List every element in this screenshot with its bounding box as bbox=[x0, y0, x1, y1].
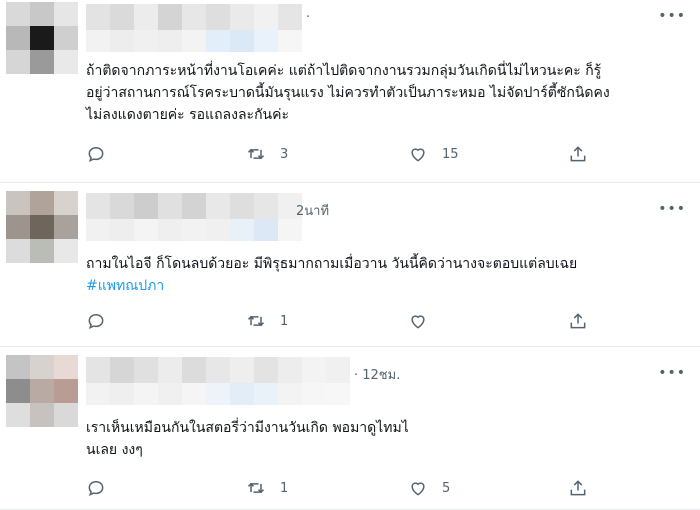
like-button[interactable]: 5 bbox=[408, 478, 450, 498]
reply-icon bbox=[88, 480, 104, 497]
retweet-icon bbox=[247, 315, 265, 327]
more-icon[interactable]: ••• bbox=[658, 201, 686, 217]
share-button[interactable] bbox=[568, 311, 588, 331]
tweet-text-line: เราเห็นเหมือนกันในสตอรี่ว่ามีงานวันเกิด … bbox=[86, 420, 409, 436]
like-button[interactable] bbox=[408, 311, 442, 331]
avatar[interactable] bbox=[6, 2, 78, 74]
tweet-text-line: ไม่ลงแดงตายค่ะ รอแถลงละกันค่ะ bbox=[86, 107, 289, 123]
reply-icon bbox=[88, 313, 104, 330]
tweet[interactable]: . ••• ถ้าติดจากภาระหน้าที่งานโอเคค่ะ แต่… bbox=[0, 0, 700, 183]
share-icon bbox=[570, 146, 586, 162]
heart-icon bbox=[411, 315, 425, 329]
retweet-button[interactable]: 1 bbox=[246, 311, 288, 331]
retweet-count: 1 bbox=[280, 313, 289, 329]
retweet-button[interactable]: 1 bbox=[246, 478, 288, 498]
like-button[interactable]: 15 bbox=[408, 144, 459, 164]
tweet-time: · 12ชม. bbox=[354, 368, 401, 383]
like-count: 15 bbox=[442, 146, 459, 162]
retweet-icon bbox=[247, 148, 265, 160]
tweet-text-line: ถามในไอจี ก็โดนลบด้วยอะ มีพิรุธมากถามเมื… bbox=[86, 256, 578, 272]
retweet-icon bbox=[247, 482, 265, 494]
tweet[interactable]: · 12ชม. ••• เราเห็นเหมือนกันในสตอรี่ว่าม… bbox=[0, 347, 700, 510]
avatar[interactable] bbox=[6, 355, 78, 427]
blurred-username bbox=[86, 4, 302, 52]
tweet-time: 2นาที bbox=[296, 204, 330, 219]
retweet-button[interactable]: 3 bbox=[246, 144, 288, 164]
tweet-text: ถ้าติดจากภาระหน้าที่งานโอเคค่ะ แต่ถ้าไปต… bbox=[86, 60, 686, 126]
reply-button[interactable] bbox=[86, 478, 120, 498]
share-button[interactable] bbox=[568, 478, 588, 498]
blurred-username bbox=[86, 193, 302, 241]
tweet-text-line: อยู่ว่าสถานการณ์โรคระบาดนี้มันรุนแรง ไม่… bbox=[86, 85, 610, 101]
reply-button[interactable] bbox=[86, 144, 120, 164]
share-button[interactable] bbox=[568, 144, 588, 164]
tweet-text-line: ถ้าติดจากภาระหน้าที่งานโอเคค่ะ แต่ถ้าไปต… bbox=[86, 63, 602, 79]
reply-button[interactable] bbox=[86, 311, 120, 331]
tweet-text-line: นเลย งงๆ bbox=[86, 442, 143, 458]
reply-icon bbox=[88, 146, 104, 163]
hashtag-link[interactable]: #แพทณปภา bbox=[86, 275, 686, 297]
heart-icon bbox=[411, 482, 425, 496]
retweet-count: 3 bbox=[280, 146, 289, 162]
tweet[interactable]: 2นาที ••• ถามในไอจี ก็โดนลบด้วยอะ มีพิรุ… bbox=[0, 183, 700, 347]
retweet-count: 1 bbox=[280, 480, 289, 496]
tweet-time: . bbox=[306, 6, 311, 21]
blurred-username bbox=[86, 357, 350, 405]
heart-icon bbox=[411, 148, 425, 162]
more-icon[interactable]: ••• bbox=[658, 365, 686, 381]
more-icon[interactable]: ••• bbox=[658, 8, 686, 24]
share-icon bbox=[570, 313, 586, 329]
tweet-actions: 1 5 bbox=[86, 478, 646, 502]
tweet-text: เราเห็นเหมือนกันในสตอรี่ว่ามีงานวันเกิด … bbox=[86, 417, 686, 461]
tweet-actions: 3 15 bbox=[86, 144, 646, 168]
like-count: 5 bbox=[442, 480, 451, 496]
avatar[interactable] bbox=[6, 191, 78, 263]
tweet-actions: 1 bbox=[86, 311, 646, 335]
share-icon bbox=[570, 480, 586, 496]
tweet-text: ถามในไอจี ก็โดนลบด้วยอะ มีพิรุธมากถามเมื… bbox=[86, 253, 686, 297]
